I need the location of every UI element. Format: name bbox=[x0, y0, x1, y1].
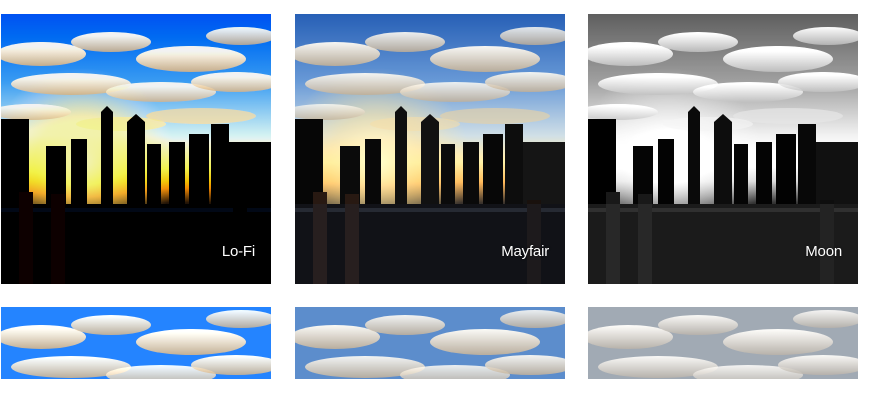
filter-label: Mayfair bbox=[501, 243, 549, 260]
filter-tile-mayfair[interactable]: Mayfair bbox=[295, 14, 565, 284]
photo-preview bbox=[295, 307, 565, 379]
filter-tile-row2-2[interactable] bbox=[295, 307, 565, 379]
filter-tile-row2-3[interactable] bbox=[588, 307, 858, 379]
filter-label: Lo-Fi bbox=[221, 243, 255, 260]
photo-preview bbox=[1, 307, 271, 379]
photo-preview bbox=[588, 307, 858, 379]
filter-tile-lofi[interactable]: Lo-Fi bbox=[1, 14, 271, 284]
filter-label: Moon bbox=[805, 243, 842, 260]
filter-tile-row2-1[interactable] bbox=[1, 307, 271, 379]
filter-tile-moon[interactable]: Moon bbox=[588, 14, 858, 284]
